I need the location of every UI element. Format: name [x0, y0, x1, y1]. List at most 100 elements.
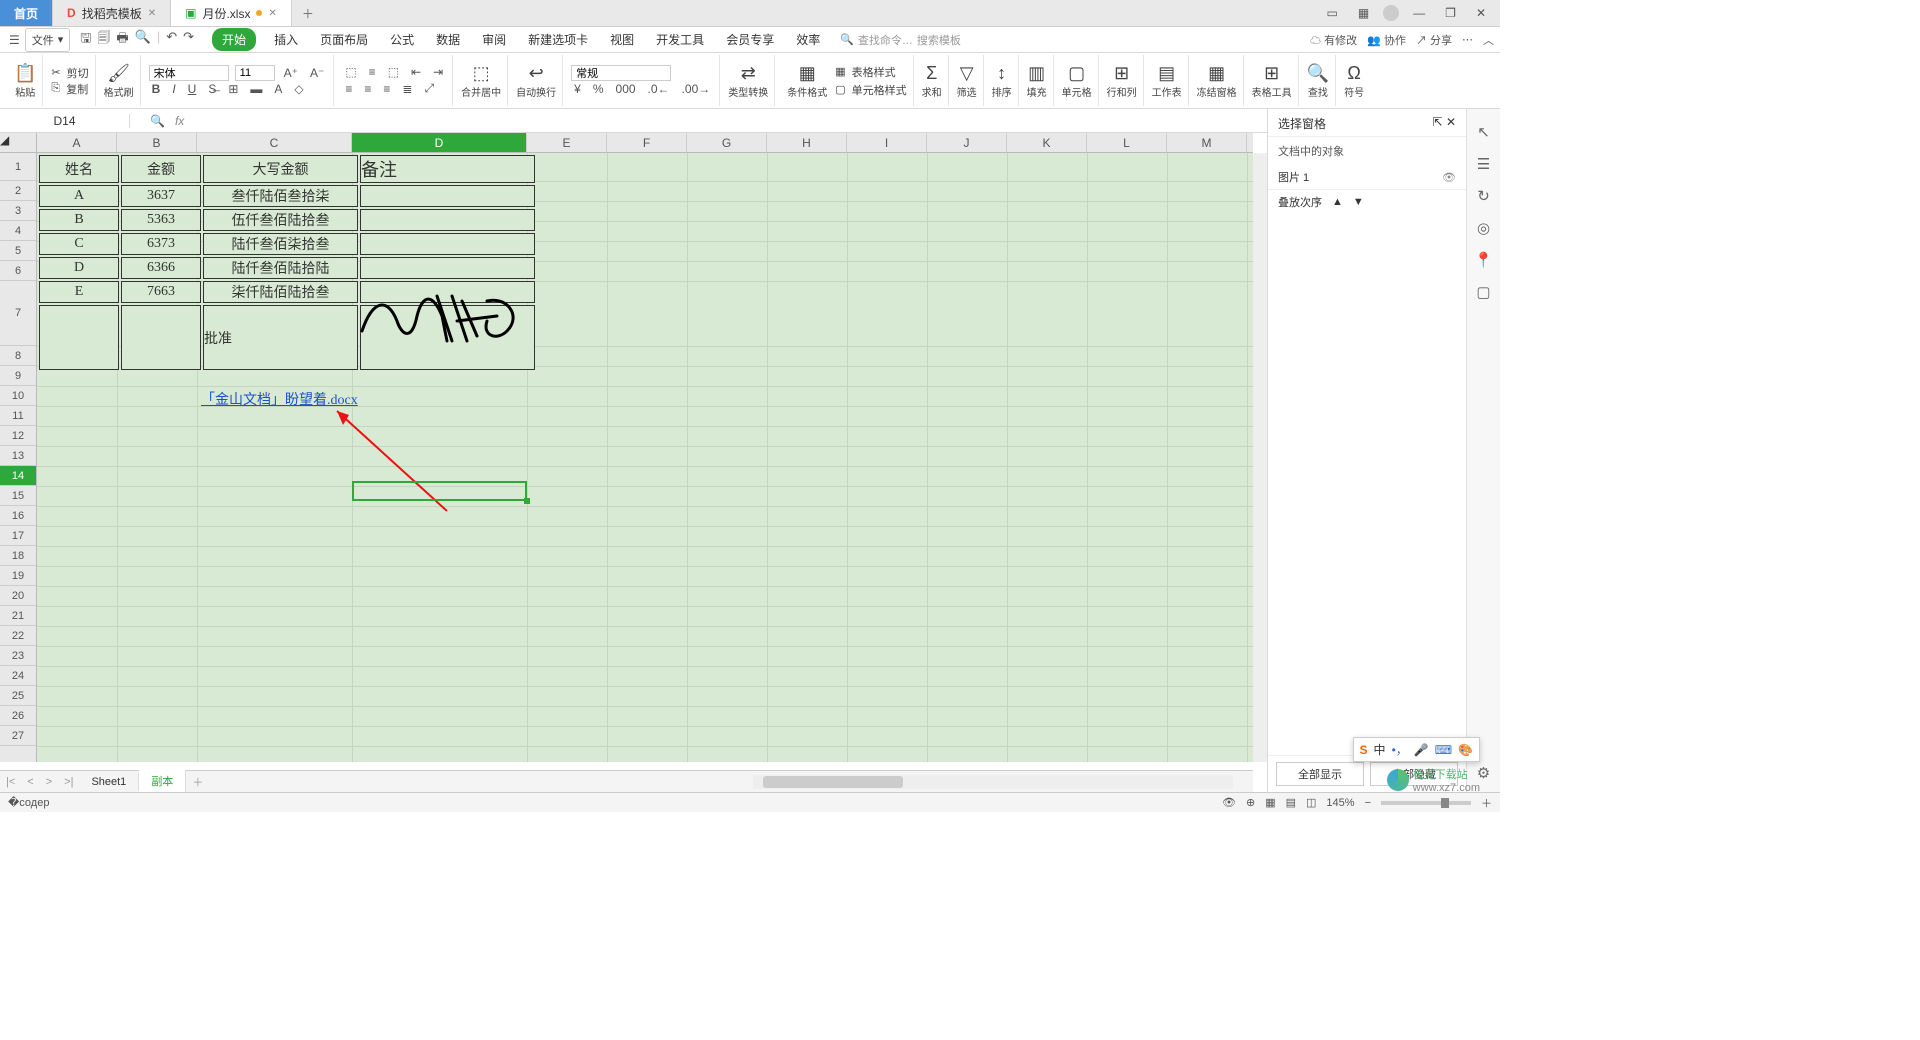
split-view-icon[interactable]: ◫	[1306, 796, 1316, 809]
ime-punct-icon[interactable]: •，	[1392, 741, 1408, 758]
sheet-nav-last[interactable]: >|	[58, 776, 79, 788]
tab-home[interactable]: 首页	[0, 0, 53, 26]
font-color-button[interactable]: A	[271, 81, 285, 97]
fill-color-button[interactable]: ▬	[247, 81, 265, 97]
cell-group[interactable]: ▢单元格	[1056, 55, 1099, 106]
font-size-select[interactable]	[235, 65, 275, 81]
ribbon-tab-dev[interactable]: 开发工具	[652, 28, 708, 51]
tabletool-group[interactable]: ⊞表格工具	[1246, 55, 1299, 106]
column-headers[interactable]: ABCDEFGHIJKLM	[37, 133, 1253, 153]
ribbon-tab-formula[interactable]: 公式	[386, 28, 418, 51]
fill-group[interactable]: ▥填充	[1021, 55, 1054, 106]
coop-button[interactable]: 👥 协作	[1367, 32, 1406, 48]
ribbon-tab-insert[interactable]: 插入	[270, 28, 302, 51]
zoom-thumb[interactable]	[1441, 798, 1449, 808]
dec-decimal-icon[interactable]: .00→	[679, 81, 714, 97]
eye-mode-icon[interactable]: 👁	[1222, 796, 1236, 809]
command-search[interactable]: 🔍 查找命令… 搜索模板	[840, 32, 961, 48]
location-icon[interactable]: 📍	[1474, 251, 1493, 269]
minimize-button[interactable]: —	[1407, 6, 1431, 20]
align-center-icon[interactable]: ≡	[361, 81, 374, 97]
print-preview-icon[interactable]: 🔍	[135, 29, 151, 51]
sheet-nav-first[interactable]: |<	[0, 776, 21, 788]
type-convert-group[interactable]: ⇄类型转换	[722, 55, 775, 106]
redo-icon[interactable]: ↷	[183, 29, 194, 51]
align-top-icon[interactable]: ⬚	[342, 64, 359, 80]
close-panel-icon[interactable]: ✕	[1446, 115, 1456, 129]
zoom-value[interactable]: 145%	[1326, 797, 1354, 809]
merge-group[interactable]: ⬚合并居中	[455, 55, 508, 106]
chevron-up-icon[interactable]: ︿	[1483, 32, 1494, 48]
vertical-scrollbar[interactable]	[1253, 153, 1267, 762]
cond-format-button[interactable]: ▦条件格式	[783, 63, 831, 99]
sheet-nav-next[interactable]: >	[40, 776, 58, 788]
paste-group[interactable]: 📋粘贴	[8, 55, 43, 106]
cut-icon[interactable]: ✂	[51, 66, 60, 79]
attribute-icon[interactable]: ◎	[1477, 219, 1490, 237]
backup-icon[interactable]: ↻	[1477, 187, 1490, 205]
strike-button[interactable]: S̶	[205, 81, 219, 97]
file-menu[interactable]: 文件▾	[25, 28, 71, 52]
ime-toolbar[interactable]: S 中 •， 🎤 ⌨ 🎨	[1353, 737, 1480, 762]
align-middle-icon[interactable]: ≡	[366, 64, 379, 80]
sum-group[interactable]: Σ求和	[916, 55, 949, 106]
fill-handle[interactable]	[524, 498, 530, 504]
zoom-slider[interactable]	[1381, 801, 1471, 805]
align-right-icon[interactable]: ≡	[380, 81, 393, 97]
ribbon-tab-view[interactable]: 视图	[606, 28, 638, 51]
maximize-button[interactable]: ❐	[1439, 6, 1462, 20]
wrap-group[interactable]: ↩自动换行	[510, 55, 563, 106]
justify-icon[interactable]: ≣	[399, 81, 415, 97]
layout-icon[interactable]: ▭	[1320, 6, 1343, 20]
apps-icon[interactable]: ▦	[1352, 6, 1375, 20]
status-left-icon[interactable]: �содер	[8, 796, 49, 809]
select-arrow-icon[interactable]: ↖	[1477, 123, 1490, 141]
hamburger-icon[interactable]: ☰	[6, 32, 23, 48]
ime-skin-icon[interactable]: 🎨	[1458, 743, 1473, 757]
decrease-font-icon[interactable]: A⁻	[307, 65, 327, 81]
percent-icon[interactable]: %	[590, 81, 607, 97]
ime-lang[interactable]: 中	[1374, 741, 1386, 758]
name-box[interactable]: D14	[0, 114, 130, 128]
sheet-group[interactable]: ▤工作表	[1146, 55, 1189, 106]
add-sheet-button[interactable]: ＋	[186, 774, 209, 790]
inc-decimal-icon[interactable]: .0←	[645, 81, 673, 97]
avatar-icon[interactable]	[1383, 5, 1399, 21]
zoom-out-button[interactable]: −	[1365, 797, 1371, 809]
ribbon-tab-review[interactable]: 审阅	[478, 28, 510, 51]
currency-icon[interactable]: ¥	[571, 81, 584, 97]
save-as-icon[interactable]: 🗐	[97, 29, 110, 51]
print-icon[interactable]: 🖶	[116, 29, 128, 51]
normal-view-icon[interactable]: ▦	[1265, 796, 1275, 809]
show-all-button[interactable]: 全部显示	[1276, 762, 1364, 786]
freeze-group[interactable]: ▦冻结窗格	[1191, 55, 1244, 106]
sheet-nav-prev[interactable]: <	[21, 776, 39, 788]
bring-forward-icon[interactable]: ▲	[1332, 196, 1343, 208]
ribbon-tab-data[interactable]: 数据	[432, 28, 464, 51]
clear-format-button[interactable]: ◇	[291, 81, 306, 97]
ribbon-tab-eff[interactable]: 效率	[792, 28, 824, 51]
scrollbar-thumb[interactable]	[763, 776, 903, 788]
task-icon[interactable]: ☰	[1477, 155, 1490, 173]
share-button[interactable]: ↗ 分享	[1416, 32, 1452, 48]
reading-mode-icon[interactable]: ⊕	[1246, 796, 1255, 809]
page-view-icon[interactable]: ▤	[1286, 796, 1296, 809]
italic-button[interactable]: I	[169, 81, 178, 97]
number-format-select[interactable]	[571, 65, 671, 81]
new-tab-button[interactable]: ＋	[292, 0, 324, 26]
rowcol-group[interactable]: ⊞行和列	[1101, 55, 1144, 106]
copy-icon[interactable]: ⎘	[51, 82, 60, 95]
sheet-tab-copy[interactable]: 副本	[139, 770, 186, 794]
horizontal-scrollbar[interactable]	[753, 775, 1233, 789]
visibility-toggle-icon[interactable]: 👁	[1442, 171, 1456, 184]
font-name-select[interactable]	[149, 65, 229, 81]
close-window-button[interactable]: ✕	[1470, 6, 1492, 20]
ribbon-tab-layout[interactable]: 页面布局	[316, 28, 372, 51]
close-icon[interactable]: ✕	[148, 8, 156, 19]
align-bottom-icon[interactable]: ⬚	[385, 64, 402, 80]
bold-button[interactable]: B	[149, 81, 164, 97]
align-left-icon[interactable]: ≡	[342, 81, 355, 97]
ribbon-tab-new[interactable]: 新建选项卡	[524, 28, 592, 51]
symbol-group[interactable]: Ω符号	[1338, 55, 1370, 106]
more-icon[interactable]: ⋯	[1462, 33, 1473, 46]
